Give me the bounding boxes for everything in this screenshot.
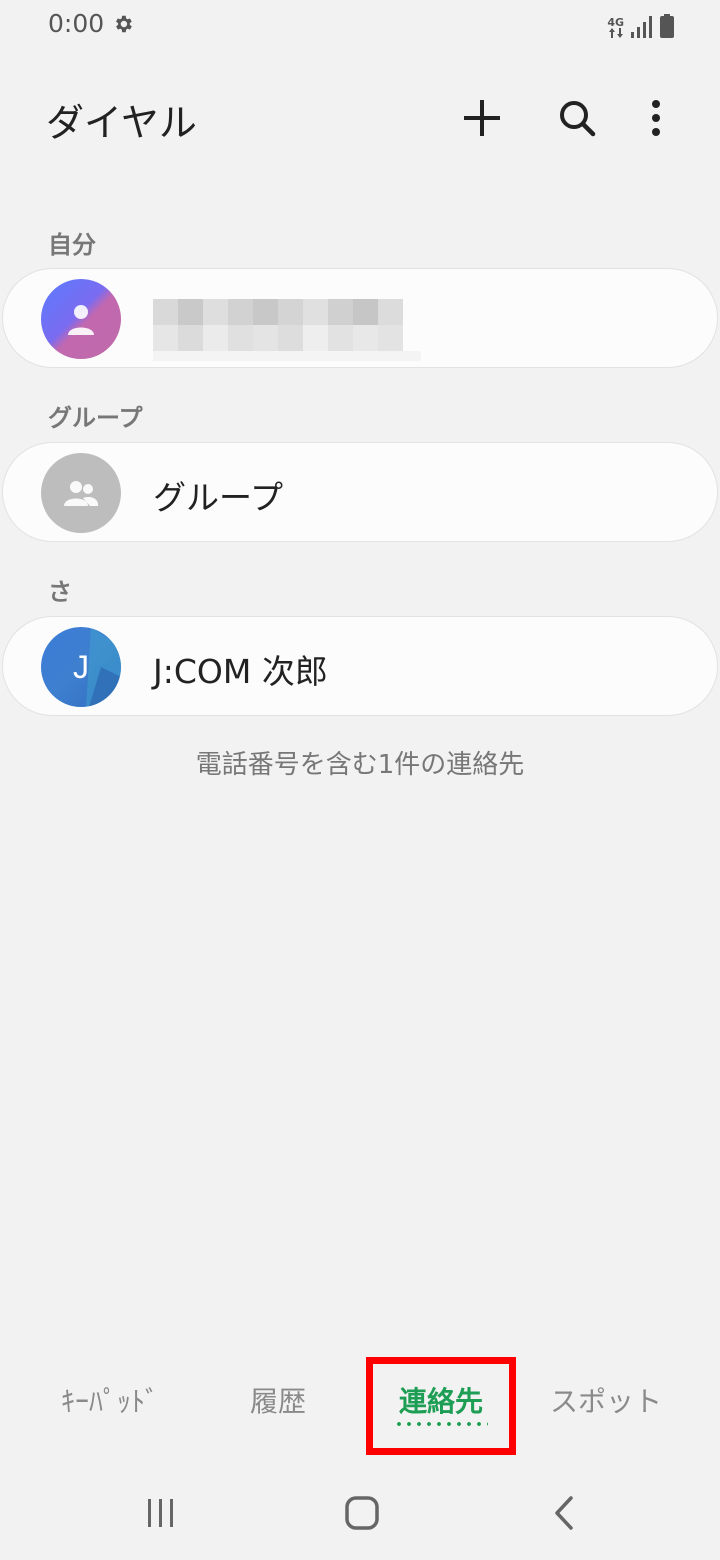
signal-icon <box>631 16 652 38</box>
home-button[interactable] <box>332 1488 392 1538</box>
my-profile-card[interactable] <box>2 268 718 368</box>
tab-label: 履歴 <box>249 1385 306 1418</box>
tab-keypad[interactable]: ｷｰﾊﾟｯﾄﾞ <box>30 1360 190 1440</box>
contact-name: J:COM 次郎 <box>153 652 328 691</box>
battery-icon <box>660 14 674 38</box>
avatar: J <box>41 627 121 707</box>
recents-button[interactable] <box>131 1488 191 1538</box>
network-type: 4G <box>607 16 624 29</box>
search-button[interactable] <box>547 88 607 148</box>
search-icon <box>560 101 596 137</box>
more-vert-icon <box>652 100 660 136</box>
tab-label: スポット <box>549 1385 662 1418</box>
app-bar: ダイヤル <box>0 70 720 165</box>
data-arrows-icon <box>608 28 623 38</box>
redacted-name <box>153 299 421 361</box>
plus-icon <box>464 100 500 136</box>
highlight-box <box>366 1357 516 1455</box>
status-time: 0:00 <box>48 9 105 38</box>
avatar <box>41 453 121 533</box>
avatar-letter: J <box>73 648 89 685</box>
status-indicators: 4G <box>607 12 674 38</box>
back-button[interactable] <box>534 1488 594 1538</box>
tab-label: ｷｰﾊﾟｯﾄﾞ <box>60 1385 159 1418</box>
tab-spot[interactable]: スポット <box>526 1360 686 1440</box>
contact-row[interactable]: J J:COM 次郎 <box>2 616 718 716</box>
section-header-me: 自分 <box>48 231 96 259</box>
section-header-groups: グループ <box>48 404 143 432</box>
section-header-sa: さ <box>48 578 72 606</box>
group-icon <box>64 481 99 506</box>
groups-card[interactable]: グループ <box>2 442 718 542</box>
navigation-bar <box>0 1470 720 1560</box>
tab-history[interactable]: 履歴 <box>198 1360 358 1440</box>
gear-icon <box>116 15 132 33</box>
contact-count-text: 電話番号を含む1件の連絡先 <box>195 750 525 780</box>
add-contact-button[interactable] <box>452 88 512 148</box>
groups-label: グループ <box>153 478 284 517</box>
more-options-button[interactable] <box>626 88 686 148</box>
person-icon <box>68 305 94 335</box>
bottom-tab-bar: ｷｰﾊﾟｯﾄﾞ 履歴 連絡先 スポット <box>0 1360 720 1440</box>
page-title: ダイヤル <box>46 101 197 145</box>
recents-icon <box>148 1499 173 1527</box>
back-icon <box>555 1496 573 1530</box>
status-bar: 0:00 4G <box>0 0 720 50</box>
network-indicator: 4G <box>607 17 624 38</box>
avatar <box>41 279 121 359</box>
home-icon <box>345 1496 379 1530</box>
